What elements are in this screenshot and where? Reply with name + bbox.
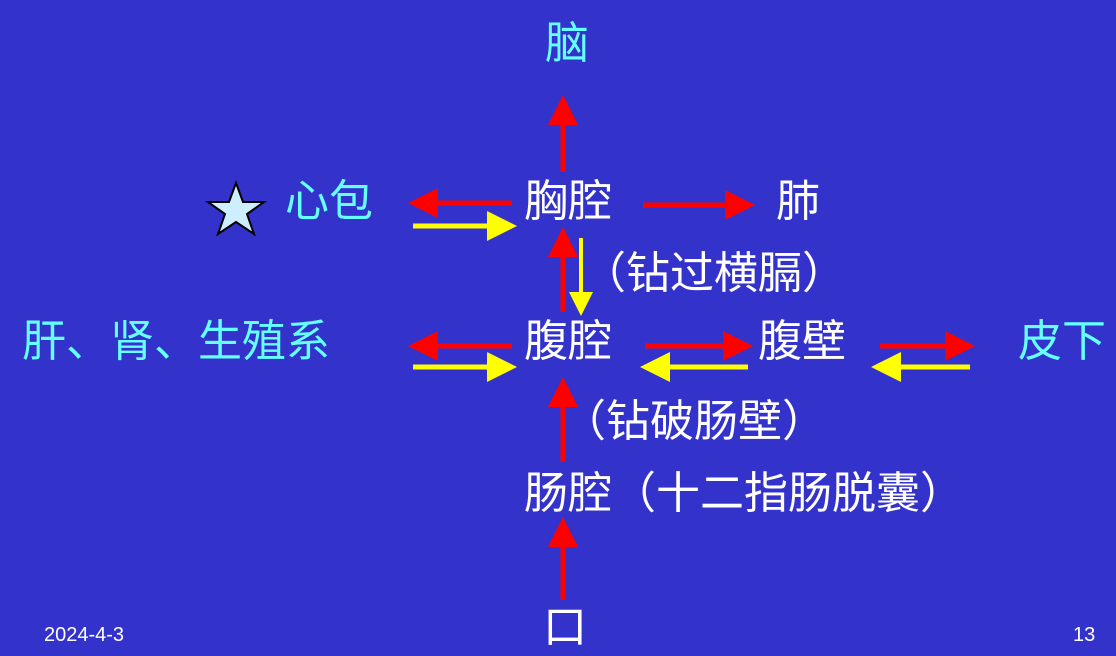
node-abdominal: 腹腔 <box>524 316 612 367</box>
label-via-diaphragm: （钻过横膈） <box>582 248 846 299</box>
node-subcutaneous: 皮下 <box>1018 316 1106 367</box>
node-thoracic: 胸腔 <box>524 176 612 227</box>
node-lung: 肺 <box>776 176 820 227</box>
footer-date: 2024-4-3 <box>44 624 125 646</box>
star-icon <box>204 180 268 237</box>
footer-page-number: 13 <box>1073 624 1096 646</box>
node-pericardium: 心包 <box>285 176 373 227</box>
node-abdominal-wall: 腹壁 <box>758 316 846 367</box>
node-brain: 脑 <box>545 18 589 69</box>
label-via-intestinal-wall: （钻破肠壁） <box>562 396 826 447</box>
node-organs: 肝、肾、生殖系 <box>22 316 330 367</box>
node-intestinal: 肠腔（十二指肠脱囊） <box>524 468 964 519</box>
node-mouth: 口 <box>543 602 587 653</box>
